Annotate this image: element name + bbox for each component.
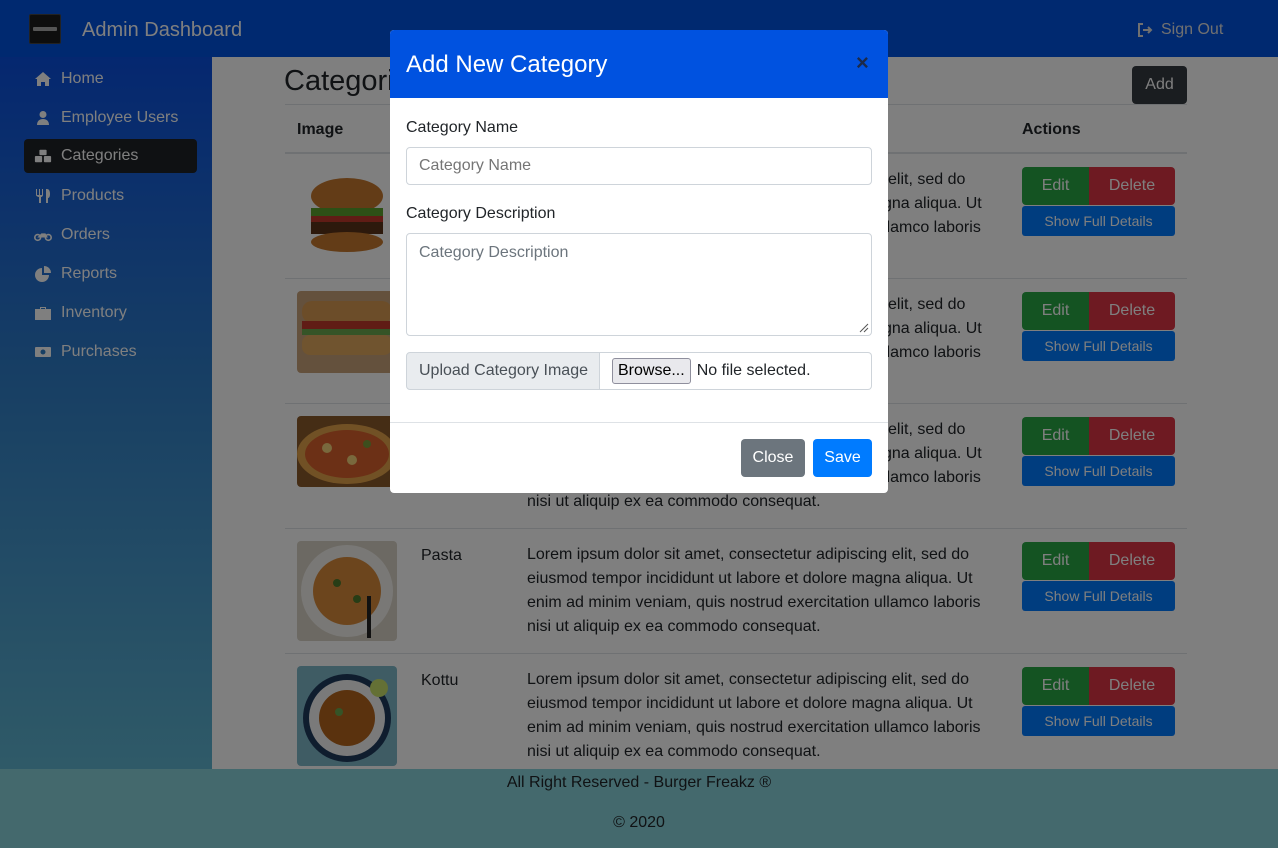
resize-handle-icon[interactable] [857,321,869,333]
browse-button[interactable]: Browse... [612,358,691,384]
modal-title: Add New Category [406,51,608,78]
category-description-label: Category Description [406,205,556,222]
description-placeholder: Category Description [419,244,569,261]
add-category-modal: Add New Category × Category Name Categor… [390,30,888,493]
category-name-input[interactable] [406,147,872,185]
category-description-textarea[interactable]: Category Description [406,233,872,336]
upload-image-label: Upload Category Image [406,352,600,390]
file-status: No file selected. [696,362,811,379]
category-name-label: Category Name [406,119,519,136]
modal-header: Add New Category × [390,30,888,98]
image-upload-group: Upload Category Image Browse... No file … [406,352,872,390]
close-icon[interactable]: × [856,50,869,76]
file-input[interactable]: Browse... No file selected. [600,352,872,390]
close-button[interactable]: Close [741,439,805,477]
save-button[interactable]: Save [813,439,872,477]
modal-footer-divider [390,422,888,423]
